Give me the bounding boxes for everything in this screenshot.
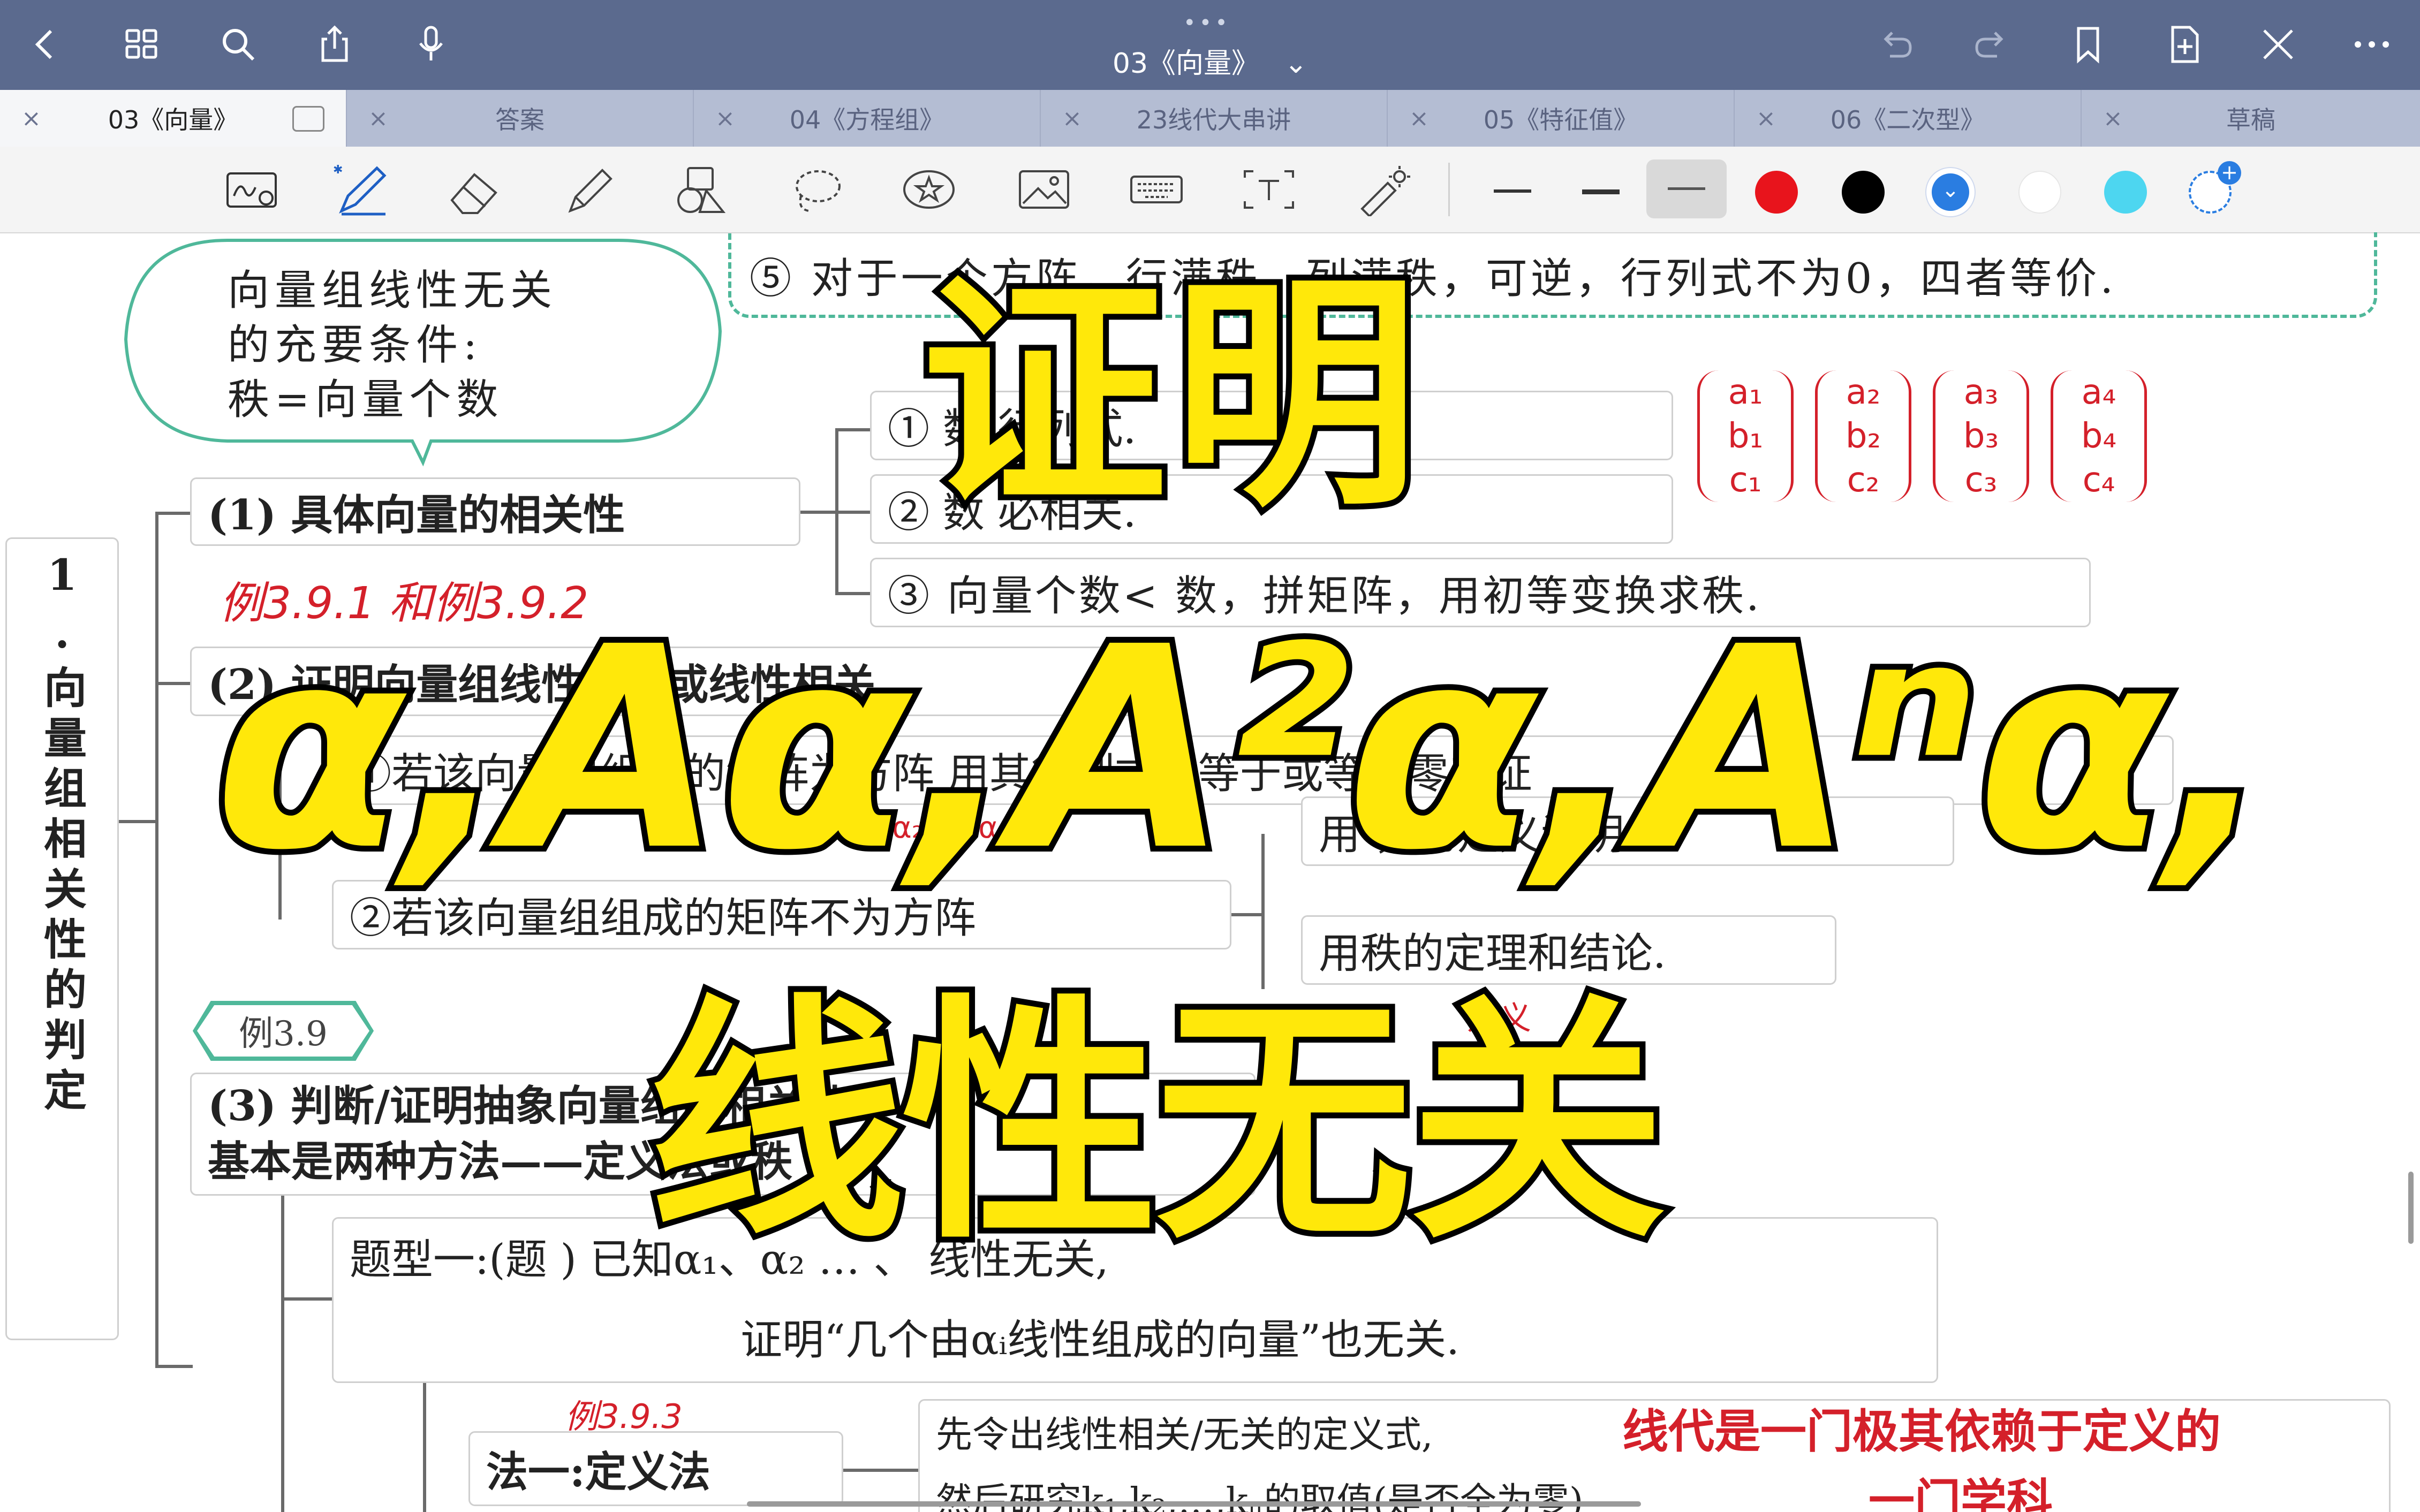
bubble-line-1: 向量组线性无关 <box>228 267 558 315</box>
tab-label: 04《方程组》 <box>789 105 944 134</box>
tab-05-eigenvalues[interactable]: × 05《特征值》 <box>1388 90 1735 147</box>
section-1-node: (1) 具体向量的相关性 <box>190 477 800 546</box>
tree-connector <box>281 1297 332 1301</box>
matrix-column-2: a₂ b₂ c₂ <box>1815 370 1911 502</box>
matrix-column-4: a₄ b₄ c₄ <box>2051 370 2147 502</box>
tree-branch-2 <box>155 682 193 685</box>
sticker-icon[interactable] <box>897 163 961 216</box>
example-tag-label[interactable]: 例3.9 <box>197 1005 369 1057</box>
more-options-icon[interactable] <box>2345 20 2399 69</box>
laser-pointer-icon[interactable] <box>1352 163 1416 216</box>
tree-connector <box>423 1383 426 1512</box>
document-title[interactable]: 03《向量》 ⌄ <box>0 41 2420 81</box>
handwriting-icon[interactable] <box>220 163 284 216</box>
root-node-text: 1.向量组相关性的判定 <box>37 550 87 1118</box>
pen-icon[interactable]: ✱ <box>329 163 394 216</box>
tab-label: 06《二次型》 <box>1830 105 1985 134</box>
tab-03-vector[interactable]: × 03《向量》 <box>0 90 347 147</box>
close-tab-icon[interactable]: × <box>368 105 388 132</box>
svg-text:✱: ✱ <box>333 163 343 177</box>
highlighter-icon[interactable] <box>557 163 621 216</box>
type-1-line-2: 证明“几个由αᵢ线性组成的向量”也无关. <box>740 1316 1459 1364</box>
tab-06-quadratic[interactable]: × 06《二次型》 <box>1735 90 2082 147</box>
root-node: 1.向量组相关性的判定 <box>5 537 119 1340</box>
tab-draft[interactable]: × 草稿 <box>2082 90 2420 147</box>
add-page-icon[interactable] <box>2158 20 2211 69</box>
home-indicator[interactable] <box>747 1501 1641 1507</box>
tab-04-equations[interactable]: × 04《方程组》 <box>694 90 1041 147</box>
tab-label: 05《特征值》 <box>1483 105 1638 134</box>
eraser-icon[interactable] <box>442 163 506 216</box>
method-1-desc-line-1: 先令出线性相关/无关的定义式, <box>936 1414 1433 1456</box>
close-tab-icon[interactable]: × <box>21 105 41 132</box>
drawing-toolbar: ✱ ⌄ + <box>0 147 2420 233</box>
tab-label: 23线代大串讲 <box>1136 105 1291 134</box>
tab-label: 03《向量》 <box>108 105 238 134</box>
color-red-swatch[interactable] <box>1755 171 1798 214</box>
speech-bubble-text: 向量组线性无关 的充要条件: 秩=向量个数 <box>228 263 557 427</box>
split-view-icon[interactable] <box>292 106 324 132</box>
method-1-node: 法一:定义法 <box>468 1431 843 1506</box>
toolbar-divider <box>1448 163 1450 216</box>
chevron-down-icon[interactable]: ⌄ <box>1284 48 1308 80</box>
matrix-column-1: a₁ b₁ c₁ <box>1697 370 1794 502</box>
window-grabber[interactable]: ••• <box>1183 11 1231 35</box>
color-cyan-swatch[interactable] <box>2104 171 2147 214</box>
redo-icon[interactable] <box>1965 20 2018 69</box>
tree-branch-1 <box>155 512 193 515</box>
tools-close-icon[interactable] <box>2251 20 2305 69</box>
tab-label: 答案 <box>495 105 544 134</box>
tab-label: 草稿 <box>2226 105 2275 134</box>
add-color-button[interactable]: + <box>2189 161 2241 214</box>
tree-connector <box>835 511 873 514</box>
tree-connector <box>119 820 156 823</box>
close-tab-icon[interactable]: × <box>715 105 735 132</box>
document-title-text[interactable]: 03《向量》 <box>1113 48 1259 80</box>
handwritten-example-933: 例3.9.3 <box>565 1397 683 1436</box>
bubble-line-2: 的充要条件: <box>228 321 483 369</box>
handwritten-comment-2: 一门学科 <box>1869 1475 2053 1512</box>
tree-connector <box>843 1469 918 1472</box>
close-tab-icon[interactable]: × <box>2103 105 2123 132</box>
tab-23-review[interactable]: × 23线代大串讲 <box>1041 90 1388 147</box>
tab-bar: × 03《向量》 × 答案 × 04《方程组》 × 23线代大串讲 × 05《特… <box>0 90 2420 147</box>
tree-connector <box>1231 913 1264 916</box>
stroke-thin-option[interactable] <box>1494 189 1531 193</box>
close-tab-icon[interactable]: × <box>1062 105 1082 132</box>
keyboard-icon[interactable] <box>1124 163 1189 216</box>
example-tag-frame[interactable]: 例3.9 <box>193 1001 374 1061</box>
tab-answers[interactable]: × 答案 <box>347 90 694 147</box>
lasso-icon[interactable] <box>784 163 849 216</box>
overlay-title-line-3: 线性无关 <box>642 974 1672 1274</box>
color-white-swatch[interactable] <box>2018 171 2061 214</box>
vertical-scrollbar[interactable] <box>2408 1172 2414 1244</box>
overlay-title-line-1: 证明 <box>915 253 1425 539</box>
color-blue-swatch-selected[interactable]: ⌄ <box>1925 167 1976 217</box>
tree-connector <box>281 1196 284 1512</box>
text-box-icon[interactable] <box>1237 163 1301 216</box>
matrix-column-3: a₃ b₃ c₃ <box>1933 370 2029 502</box>
tree-branch-3 <box>155 1365 193 1368</box>
close-tab-icon[interactable]: × <box>1756 105 1776 132</box>
color-black-swatch[interactable] <box>1842 171 1885 214</box>
top-bar: ••• 03《向量》 ⌄ <box>0 0 2420 90</box>
image-icon[interactable] <box>1012 163 1076 216</box>
tree-trunk <box>155 512 158 1367</box>
bookmark-icon[interactable] <box>2061 20 2115 69</box>
undo-icon[interactable] <box>1869 20 1922 69</box>
stroke-medium-option[interactable] <box>1582 189 1620 194</box>
stroke-thick-option[interactable] <box>1646 159 1727 218</box>
tree-connector <box>835 428 873 431</box>
close-tab-icon[interactable]: × <box>1409 105 1429 132</box>
bubble-line-3: 秩=向量个数 <box>228 376 504 424</box>
overlay-title-line-2: α,Aα,A²α,Aⁿα, <box>208 583 2278 916</box>
shapes-icon[interactable] <box>669 163 733 216</box>
handwritten-comment-1: 线代是一门极其依赖于定义的 <box>1622 1405 2221 1458</box>
tree-connector <box>800 511 838 514</box>
